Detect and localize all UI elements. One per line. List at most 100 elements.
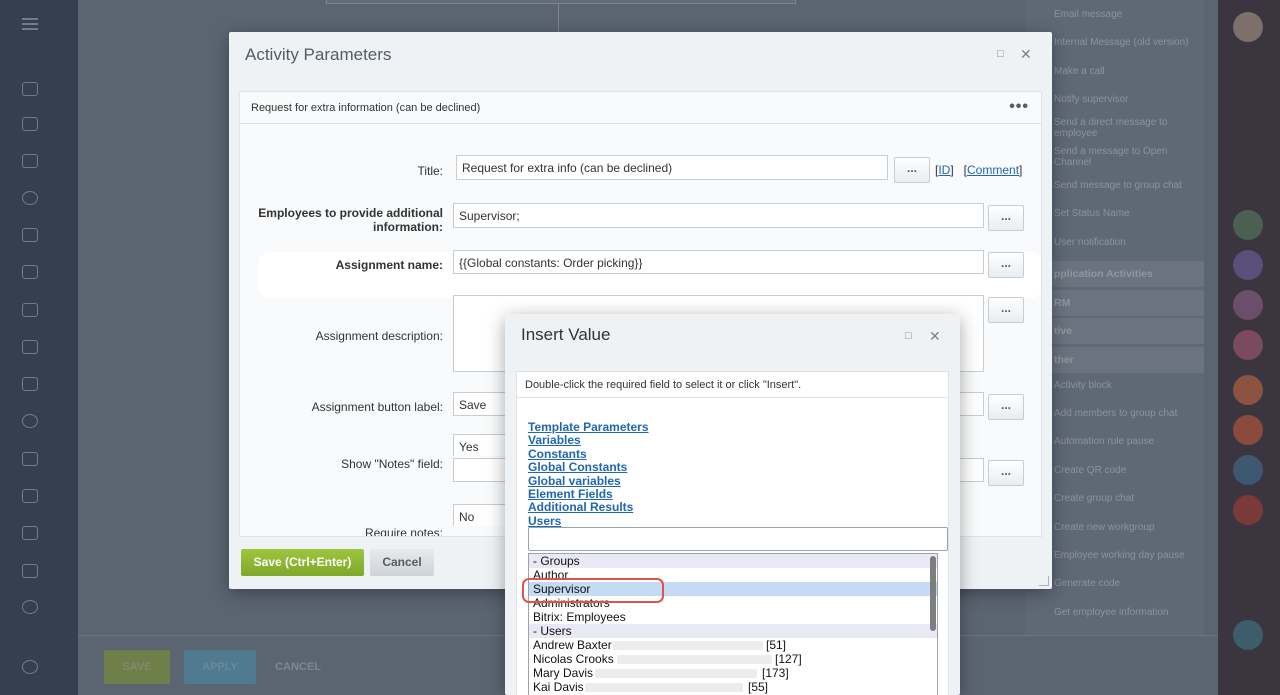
catalog-item[interactable]: Notify supervisor xyxy=(1054,94,1200,105)
automation-icon[interactable] xyxy=(22,600,38,614)
avatar[interactable] xyxy=(1233,375,1263,405)
catalog-item[interactable]: Create QR code xyxy=(1054,465,1200,476)
catalog-item[interactable]: Internal Message (old version) xyxy=(1054,37,1200,48)
check-icon[interactable] xyxy=(22,452,38,466)
catalog-item[interactable]: Create new workgroup xyxy=(1054,522,1200,533)
catalog-item[interactable]: Generate code xyxy=(1054,578,1200,589)
calendar-icon[interactable] xyxy=(22,228,38,242)
section-link[interactable]: Element Fields xyxy=(528,487,649,501)
assignment-name-label: Assignment name: xyxy=(335,258,443,272)
filter-icon[interactable] xyxy=(22,489,38,503)
catalog-item[interactable]: Send a message to Open Channel xyxy=(1054,146,1200,168)
catalog-header[interactable]: pplication Activities xyxy=(1026,261,1204,287)
target-icon[interactable] xyxy=(22,191,38,205)
avatar[interactable] xyxy=(1233,250,1263,280)
catalog-item[interactable]: Send a direct message to employee xyxy=(1054,117,1200,139)
section-link[interactable]: Variables xyxy=(528,433,649,447)
contacts-icon[interactable] xyxy=(22,414,38,428)
catalog-item[interactable]: Send message to group chat xyxy=(1054,180,1200,191)
avatar[interactable] xyxy=(1233,620,1263,650)
catalog-item[interactable]: Add members to group chat xyxy=(1054,408,1200,419)
list-item-user[interactable]: Nicolas Crooks [127] xyxy=(529,652,937,666)
annotation-highlight xyxy=(522,578,664,603)
avatar[interactable] xyxy=(1233,415,1263,445)
assignment-name-input[interactable]: {{Global constants: Order picking}} xyxy=(453,250,984,274)
catalog-header[interactable]: tive xyxy=(1026,318,1204,344)
catalog-item[interactable]: User notification xyxy=(1054,237,1200,248)
show-notes-select[interactable]: Yes xyxy=(453,434,513,456)
assignment-description-label: Assignment description: xyxy=(315,329,443,343)
section-link[interactable]: Additional Results xyxy=(528,501,649,515)
catalog-item[interactable]: Make a call xyxy=(1054,66,1200,77)
mail-icon[interactable] xyxy=(22,377,38,391)
avatar[interactable] xyxy=(1233,455,1263,485)
avatar[interactable] xyxy=(1233,495,1263,525)
catalog-item[interactable]: Automation rule pause xyxy=(1054,436,1200,447)
bottom-apply-button[interactable]: APPLY xyxy=(184,650,256,684)
docs-icon[interactable] xyxy=(22,265,38,279)
section-link[interactable]: Global Constants xyxy=(528,460,649,474)
activity-icon[interactable] xyxy=(22,82,38,96)
section-link[interactable]: Constants xyxy=(528,447,649,461)
show-notes-insert-button[interactable]: ... xyxy=(988,460,1024,486)
close-icon[interactable]: ✕ xyxy=(929,328,941,345)
cancel-button[interactable]: Cancel xyxy=(370,549,434,576)
id-link[interactable]: ID xyxy=(938,163,950,177)
chat-icon[interactable] xyxy=(22,117,38,131)
title-insert-button[interactable]: ... xyxy=(894,157,930,183)
insert-value-dialog: Insert Value □ ✕ Double-click the requir… xyxy=(505,314,960,695)
bottom-cancel-button[interactable]: CANCEL xyxy=(268,650,328,684)
list-item-user[interactable]: Mary Davis [173] xyxy=(529,666,937,680)
list-item[interactable]: Bitrix: Employees xyxy=(529,610,937,624)
tasks-icon[interactable] xyxy=(22,154,38,168)
title-input[interactable]: Request for extra info (can be declined) xyxy=(456,155,888,180)
employees-label-line: information: xyxy=(373,220,443,234)
avatar[interactable] xyxy=(1233,210,1263,240)
user-search-input[interactable] xyxy=(528,527,948,551)
activity-subtitle-text: Request for extra information (can be de… xyxy=(251,102,481,114)
section-link[interactable]: Global variables xyxy=(528,474,649,488)
sites-icon[interactable] xyxy=(22,303,38,317)
list-item-user[interactable]: Andrew Baxter [51] xyxy=(529,638,937,652)
section-link[interactable]: Template Parameters xyxy=(528,420,649,434)
catalog-item[interactable]: Get employee information xyxy=(1054,607,1200,618)
catalog-item[interactable]: Activity block xyxy=(1054,380,1200,391)
list-item-user[interactable]: Kai Davis [55] xyxy=(529,680,937,694)
settings-gear-icon[interactable] xyxy=(22,660,38,674)
comment-link[interactable]: Comment xyxy=(967,163,1019,177)
title-label: Title: xyxy=(417,164,443,178)
close-icon[interactable]: ✕ xyxy=(1020,46,1032,63)
maximize-icon[interactable]: □ xyxy=(997,48,1004,60)
catalog-item[interactable]: Create group chat xyxy=(1054,493,1200,504)
list-scrollbar[interactable] xyxy=(930,556,936,631)
designer-connector xyxy=(558,4,559,34)
employees-insert-button[interactable]: ... xyxy=(988,205,1024,231)
maximize-icon[interactable]: □ xyxy=(905,330,912,342)
button-label-insert-button[interactable]: ... xyxy=(988,394,1024,420)
avatar[interactable] xyxy=(1233,12,1263,42)
bottom-save-button[interactable]: SAVE xyxy=(104,650,170,684)
assignment-name-insert-button[interactable]: ... xyxy=(988,252,1024,278)
users-listbox[interactable]: - Groups Author Supervisor Administrator… xyxy=(528,553,938,695)
resize-handle-icon[interactable] xyxy=(1039,576,1049,586)
store-icon[interactable] xyxy=(22,340,38,354)
redacted-email xyxy=(617,655,772,664)
avatar[interactable] xyxy=(1233,330,1263,360)
require-notes-select[interactable]: No xyxy=(453,504,513,526)
more-icon[interactable]: ••• xyxy=(1009,98,1029,116)
catalog-header[interactable]: RM xyxy=(1026,290,1204,316)
catalog-item[interactable]: Email message xyxy=(1054,9,1200,20)
booking-icon[interactable] xyxy=(22,526,38,540)
catalog-item[interactable]: Employee working day pause xyxy=(1054,550,1200,561)
employees-input[interactable]: Supervisor; xyxy=(453,203,984,228)
database-icon[interactable] xyxy=(22,564,38,578)
designer-block xyxy=(326,0,796,4)
require-notes-label: Require notes: xyxy=(364,526,443,537)
avatar[interactable] xyxy=(1233,290,1263,320)
catalog-item[interactable]: Set Status Name xyxy=(1054,208,1200,219)
save-button[interactable]: Save (Ctrl+Enter) xyxy=(241,549,364,576)
right-panel xyxy=(1218,0,1280,695)
catalog-header[interactable]: ther xyxy=(1026,347,1204,373)
menu-icon[interactable] xyxy=(22,18,38,30)
assignment-description-insert-button[interactable]: ... xyxy=(988,297,1024,323)
